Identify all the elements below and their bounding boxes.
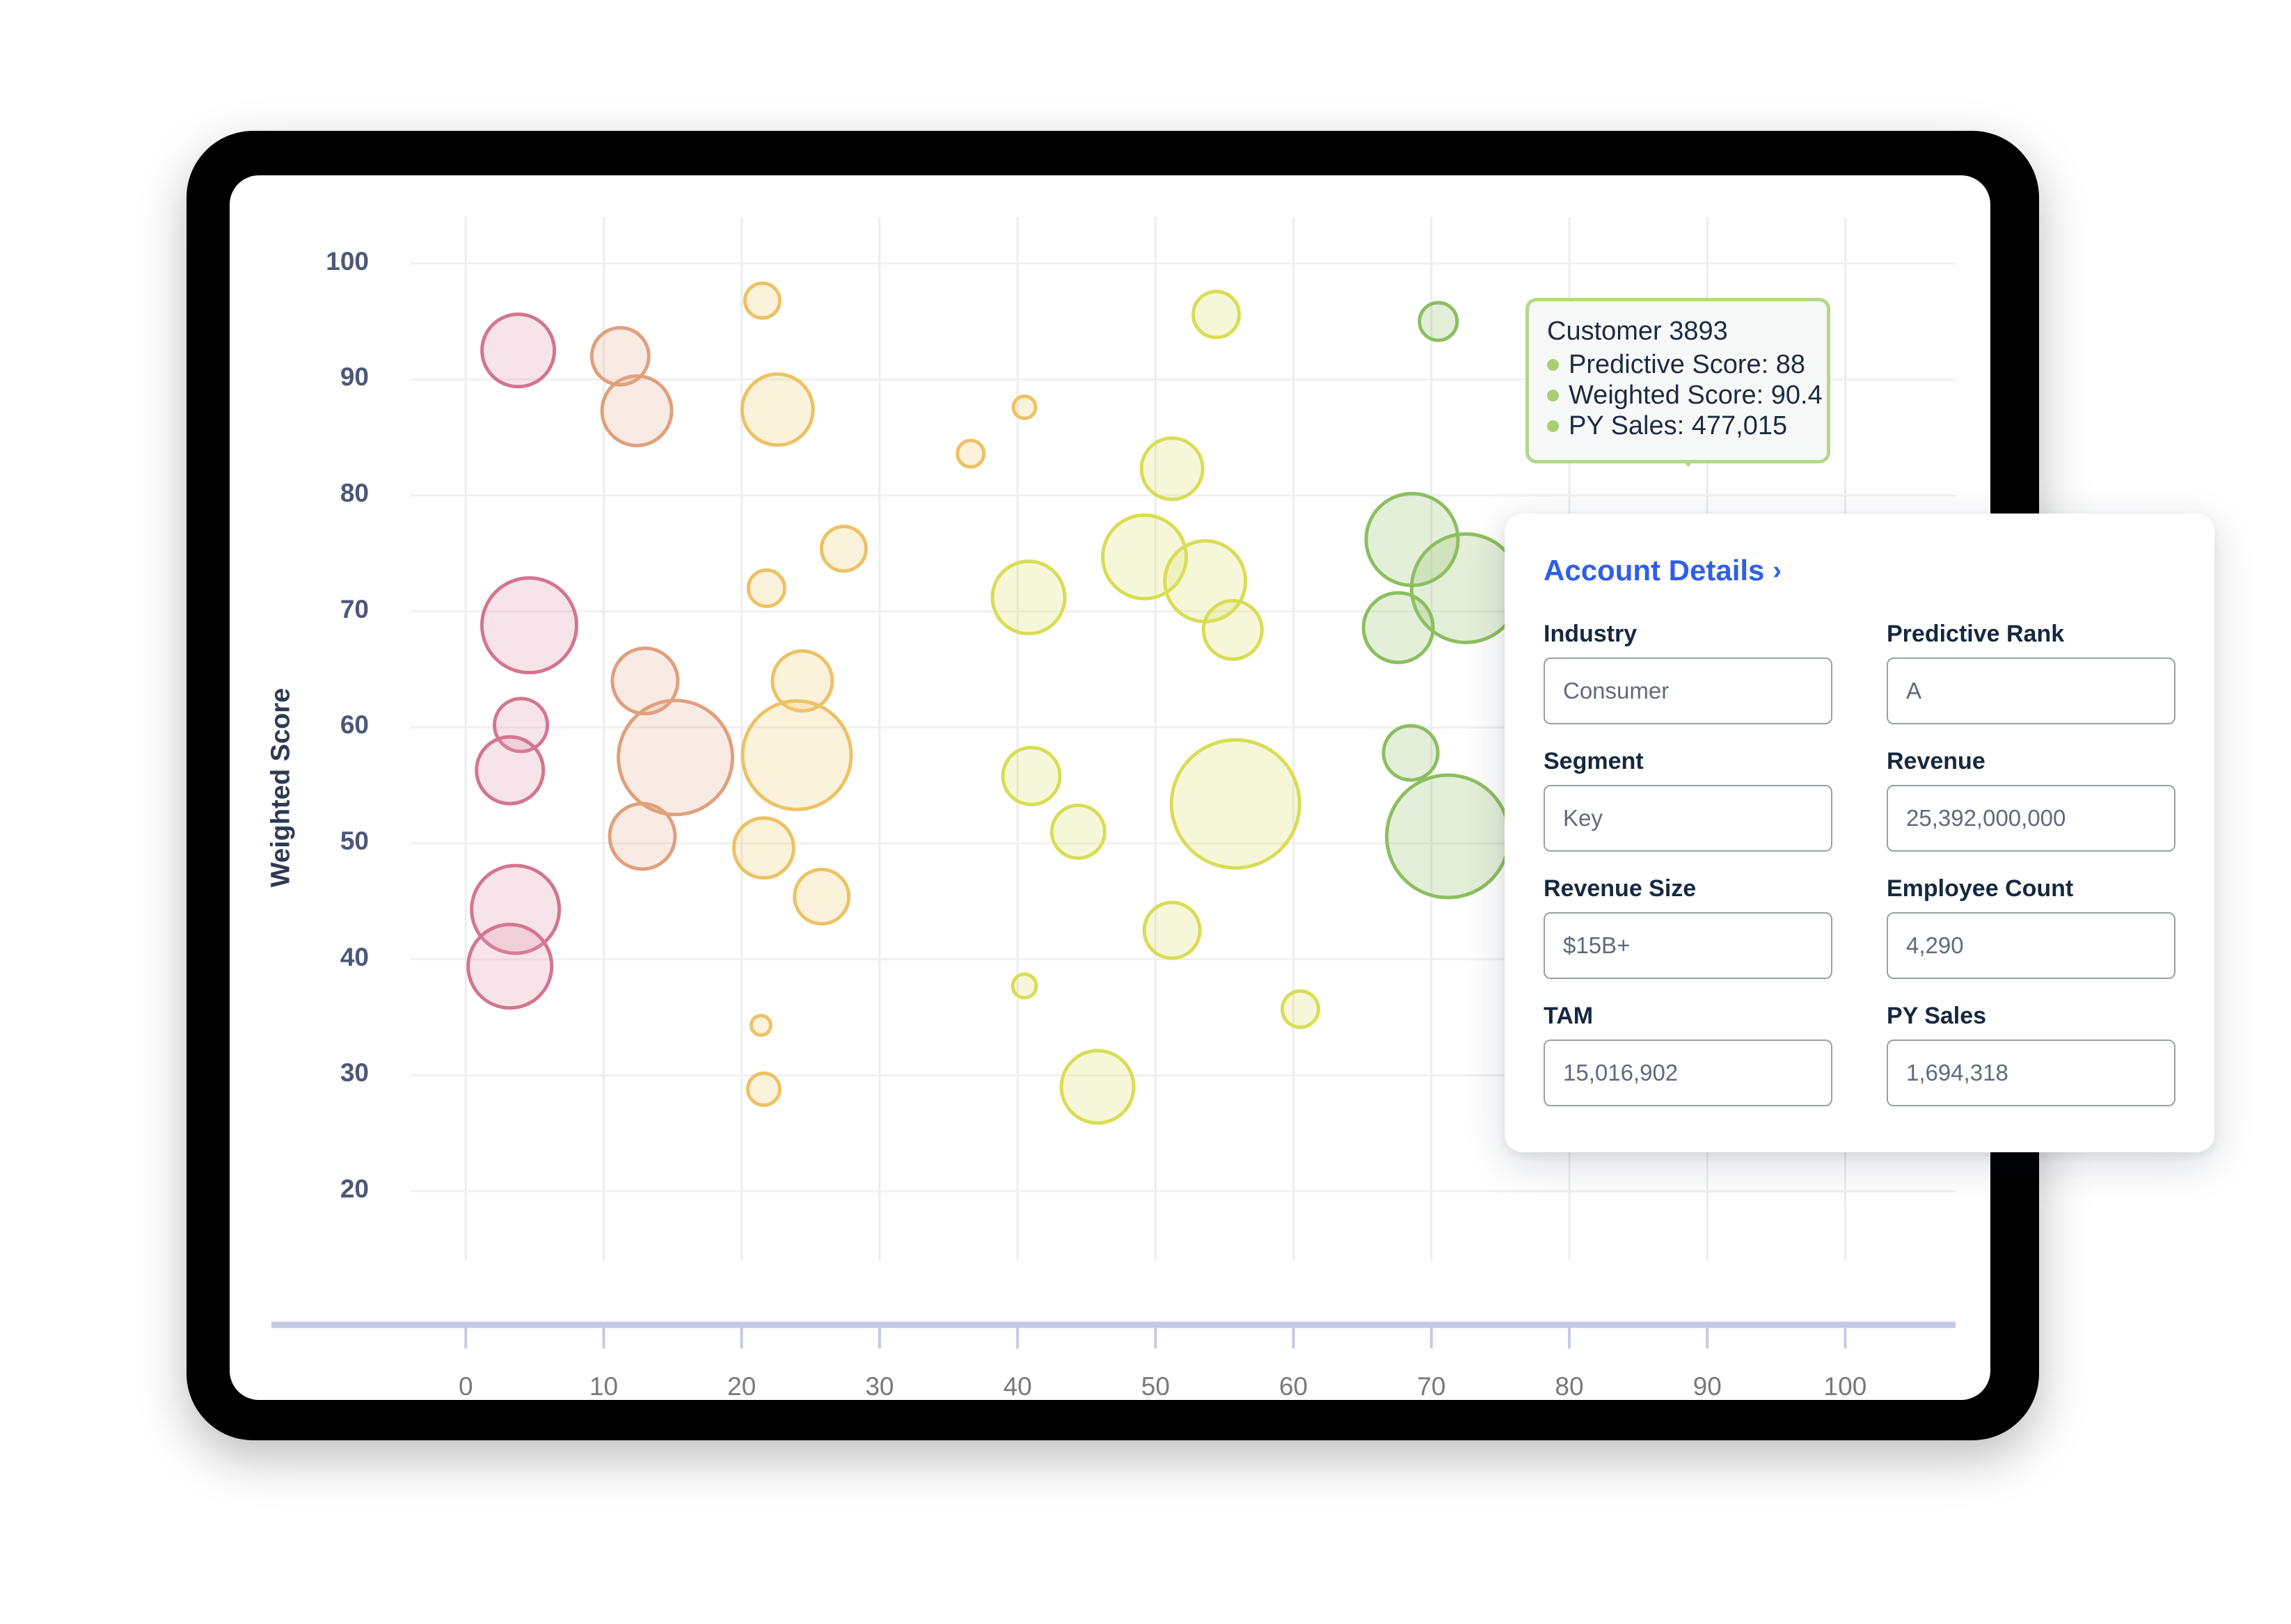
y-tick-label: 90 [340, 363, 369, 392]
bullet-icon [1547, 358, 1559, 371]
y-tick-label: 70 [340, 594, 369, 623]
tooltip-row: PY Sales: 477,015 [1547, 411, 1809, 441]
account-field: Revenue Size $15B+ [1544, 875, 1832, 979]
bubble[interactable] [743, 281, 782, 320]
bubble[interactable] [731, 816, 795, 880]
bubble[interactable] [1049, 803, 1107, 860]
account-field-label: Revenue [1887, 748, 1985, 774]
bubble[interactable] [819, 525, 868, 573]
tooltip-title: Customer 3893 [1547, 317, 1728, 346]
tooltip-row-text: Predictive Score: 88 [1569, 350, 1806, 380]
bubble[interactable] [1059, 1049, 1136, 1125]
x-tick-label: 90 [1693, 1372, 1722, 1400]
x-tick-label: 20 [727, 1372, 756, 1400]
account-field-input[interactable]: 4,290 [1887, 912, 2175, 979]
bubble[interactable] [475, 735, 546, 806]
bullet-icon [1547, 420, 1559, 432]
bubble[interactable] [749, 1014, 772, 1037]
account-details-label: Account Details [1544, 554, 1765, 587]
bubble[interactable] [1139, 436, 1205, 502]
x-tick-label: 50 [1141, 1372, 1170, 1400]
bubble[interactable] [793, 868, 851, 926]
x-tick-label: 100 [1823, 1372, 1867, 1400]
bubble[interactable] [1191, 289, 1242, 340]
tooltip-row-text: PY Sales: 477,015 [1569, 411, 1788, 441]
bubble[interactable] [479, 576, 578, 675]
account-field-grid: Industry Consumer Predictive Rank A Segment K… [1544, 621, 2175, 1106]
account-field-input[interactable]: 1,694,318 [1887, 1040, 2175, 1106]
chevron-right-icon: › [1773, 556, 1782, 585]
bubble[interactable] [1385, 773, 1512, 900]
y-tick-label: 20 [340, 1175, 369, 1203]
bubble[interactable] [990, 559, 1067, 636]
account-field-label: Segment [1544, 748, 1644, 774]
bubble[interactable] [466, 923, 554, 1010]
bubble[interactable] [1169, 738, 1301, 870]
x-tick-label: 30 [865, 1372, 894, 1400]
tooltip-row: Weighted Score: 90.4 [1547, 380, 1823, 411]
bubble[interactable] [1201, 598, 1264, 661]
bubble[interactable] [1418, 301, 1459, 342]
account-field: Employee Count 4,290 [1887, 875, 2175, 979]
account-field-input[interactable]: A [1887, 658, 2175, 724]
account-field-label: Predictive Rank [1887, 621, 2065, 647]
bubble[interactable] [740, 699, 853, 811]
y-tick-label: 30 [340, 1058, 369, 1088]
account-field-input[interactable]: 15,016,902 [1544, 1040, 1832, 1106]
account-details-link[interactable]: Account Details › [1544, 554, 1782, 587]
account-field: Segment Key [1544, 748, 1832, 852]
account-field-input[interactable]: 25,392,000,000 [1887, 785, 2175, 852]
account-field-input[interactable]: $15B+ [1544, 912, 1832, 979]
account-field: TAM 15,016,902 [1544, 1003, 1832, 1106]
x-tick-label: 0 [458, 1372, 473, 1400]
x-tick-label: 80 [1555, 1372, 1584, 1400]
y-tick-label: 100 [326, 246, 369, 276]
x-tick-label: 70 [1417, 1372, 1446, 1400]
tooltip-row-text: Weighted Score: 90.4 [1569, 381, 1823, 411]
account-field: PY Sales 1,694,318 [1887, 1003, 2175, 1106]
y-tick-label: 40 [340, 942, 369, 971]
y-tick-label: 50 [340, 827, 369, 855]
account-field-label: Revenue Size [1544, 875, 1697, 902]
y-tick-label: 60 [340, 710, 369, 740]
y-tick-label: 80 [340, 479, 369, 507]
bubble[interactable] [746, 568, 786, 608]
account-field-label: Employee Count [1887, 875, 2074, 902]
bullet-icon [1547, 389, 1559, 401]
bubble[interactable] [600, 374, 674, 447]
chart-tooltip: Customer 3893 Predictive Score: 88 Weight… [1525, 298, 1830, 463]
bubble[interactable] [1280, 989, 1320, 1029]
account-field-label: TAM [1544, 1003, 1594, 1029]
x-axis-line [271, 1321, 1956, 1348]
bubble[interactable] [956, 438, 986, 469]
tooltip-rows: Predictive Score: 88 Weighted Score: 90.4… [1547, 349, 1823, 441]
chart-bubbles [466, 281, 1685, 1125]
account-field-input[interactable]: Consumer [1544, 658, 1832, 724]
bubble[interactable] [608, 802, 677, 871]
bubble[interactable] [1142, 900, 1202, 960]
account-field-input[interactable]: Key [1544, 785, 1832, 852]
bubble[interactable] [740, 372, 815, 447]
account-field: Revenue 25,392,000,000 [1887, 748, 2175, 852]
x-tick-label: 60 [1278, 1372, 1308, 1400]
tooltip-row: Predictive Score: 88 [1547, 349, 1809, 380]
account-details-panel: Account Details › Industry Consumer Predic… [1505, 514, 2214, 1152]
bubble[interactable] [745, 1071, 782, 1107]
bubble[interactable] [617, 699, 735, 817]
x-tick-label: 40 [1003, 1372, 1032, 1400]
account-field: Predictive Rank A [1887, 621, 2175, 724]
bubble[interactable] [1001, 745, 1062, 806]
account-field-label: Industry [1544, 621, 1638, 647]
account-field-label: PY Sales [1887, 1003, 1987, 1029]
x-tick-label: 10 [589, 1372, 619, 1400]
bubble[interactable] [1010, 972, 1038, 1000]
bubble[interactable] [1361, 591, 1435, 664]
bubble[interactable] [1381, 724, 1440, 782]
bubble[interactable] [480, 312, 557, 389]
account-field: Industry Consumer [1544, 621, 1832, 724]
bubble[interactable] [1011, 394, 1038, 420]
